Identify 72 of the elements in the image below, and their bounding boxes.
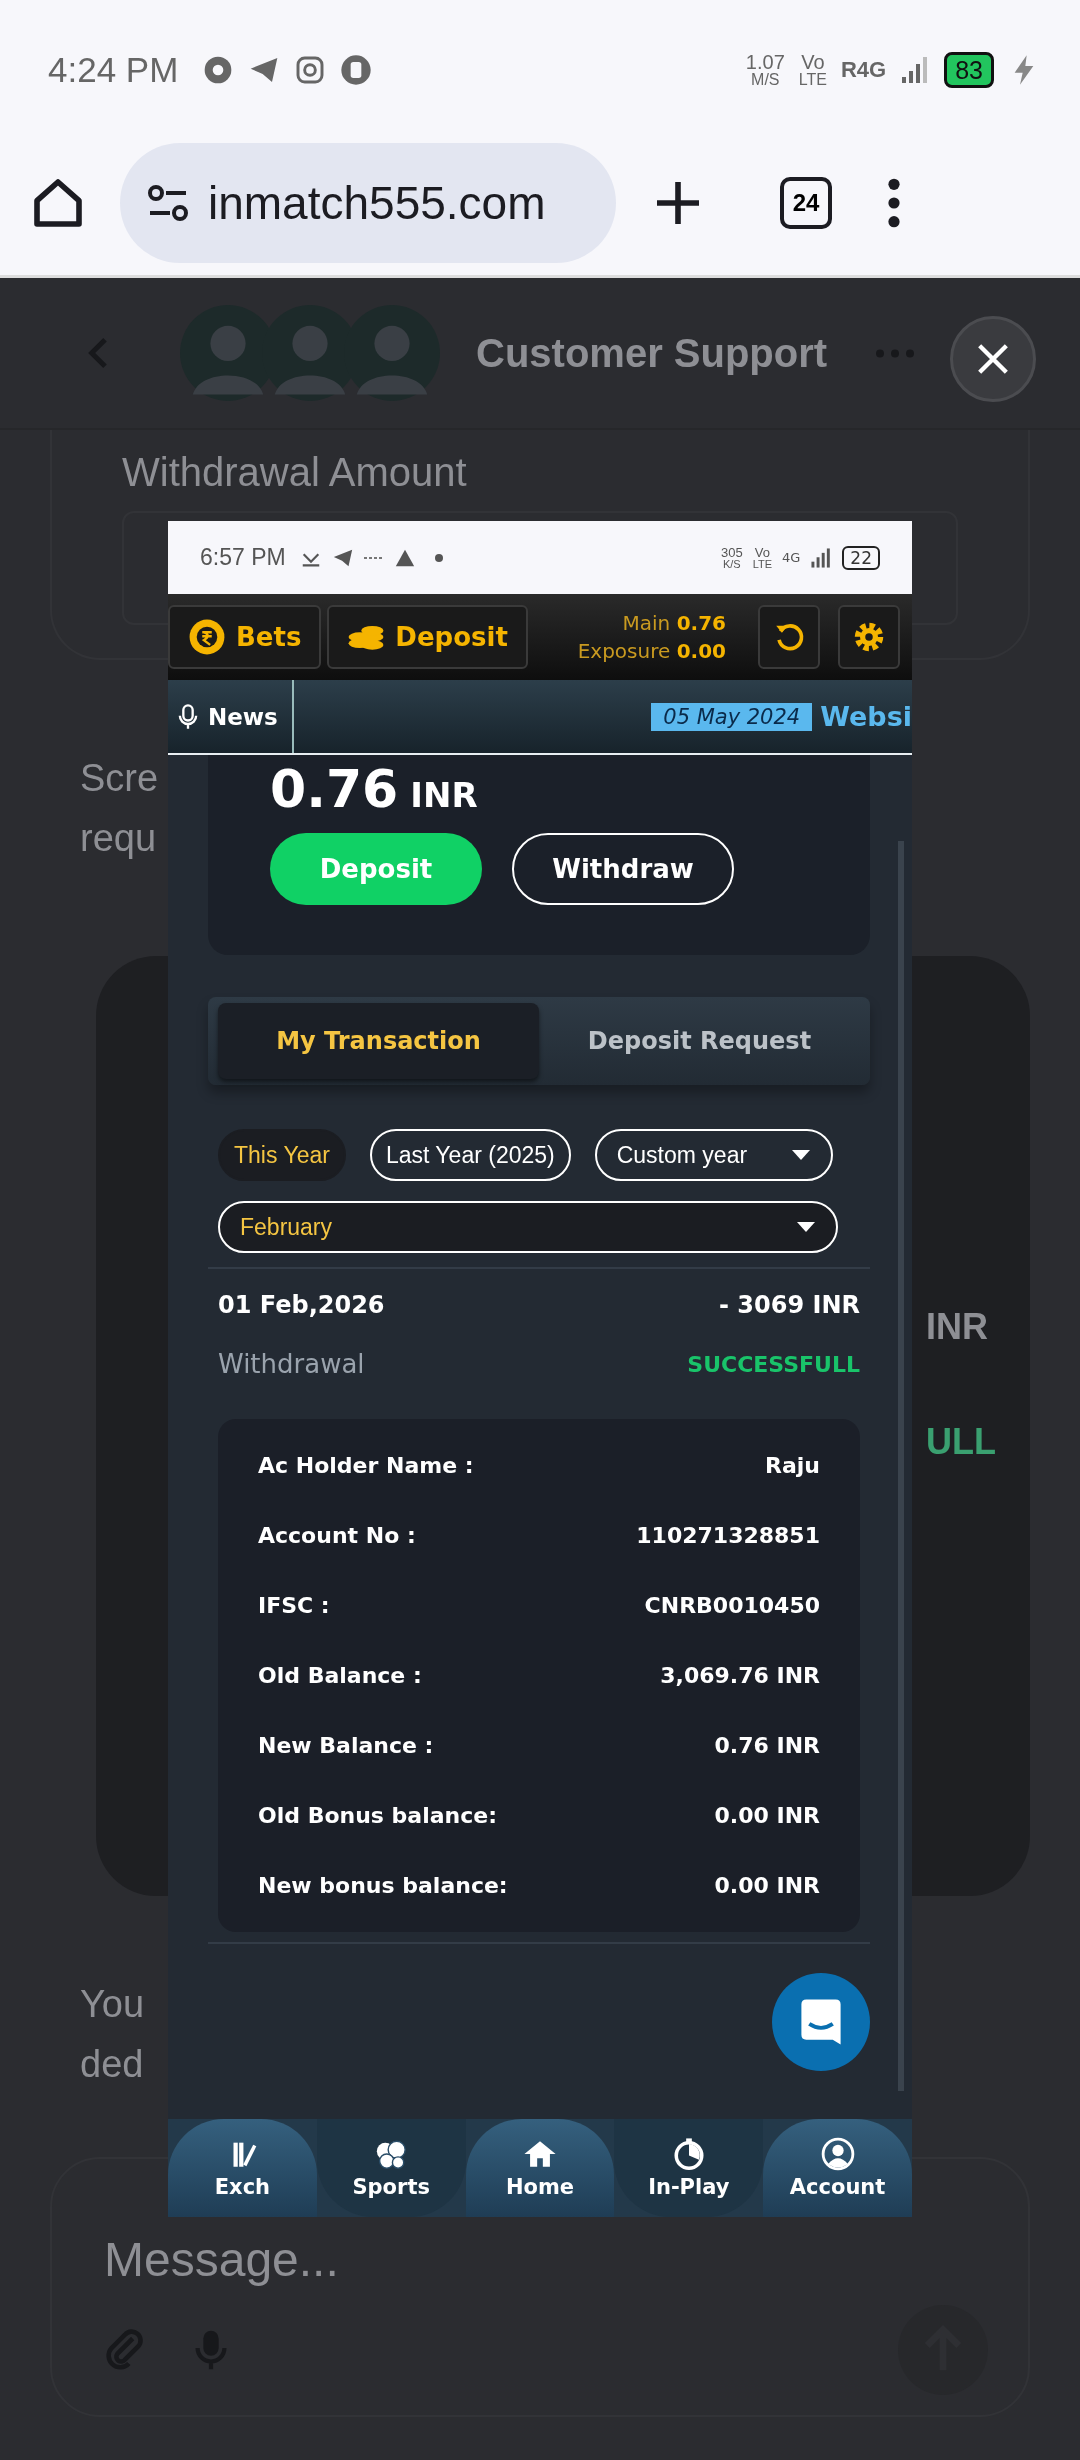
address-bar[interactable]: inmatch555.com <box>120 142 616 263</box>
transaction-status: SUCCESSFULL <box>687 1351 860 1377</box>
detail-value: 0.00 INR <box>714 1873 820 1898</box>
network-type: 4G <box>782 550 801 565</box>
chat-title: Customer Support <box>476 330 828 376</box>
detail-label: Ac Holder Name : <box>258 1453 474 1478</box>
transaction-amount: - 3069 INR <box>719 1291 860 1319</box>
header-button[interactable]: Bets <box>168 605 322 669</box>
main-balance: Main 0.76 <box>622 611 726 635</box>
filter-chip[interactable]: This Year <box>218 1129 346 1181</box>
notification-icon <box>363 556 384 559</box>
signal-icon <box>810 546 833 569</box>
field-label: Withdrawal Amount <box>122 450 468 495</box>
status-time: 6:57 PM <box>200 544 286 571</box>
settings-button[interactable] <box>838 605 900 669</box>
detail-value: 0.76 INR <box>714 1733 820 1758</box>
detail-value: Raju <box>765 1453 820 1478</box>
tab-count-button[interactable]: 24 <box>780 176 832 229</box>
detail-label: New bonus balance: <box>258 1873 508 1898</box>
refresh-button[interactable] <box>758 605 820 669</box>
detail-label: Old Bonus balance: <box>258 1803 497 1828</box>
detail-value: 0.00 INR <box>714 1803 820 1828</box>
news-label: News <box>168 680 294 753</box>
message-field[interactable]: Message... <box>102 2231 706 2288</box>
header-button[interactable]: Deposit <box>327 605 528 669</box>
tab[interactable]: Deposit Request <box>539 1003 860 1079</box>
month-dropdown[interactable]: February <box>218 1201 838 1253</box>
tab[interactable]: My Transaction <box>218 1003 539 1079</box>
caret-icon[interactable] <box>796 1221 816 1233</box>
nav-item[interactable]: Account <box>763 2119 912 2217</box>
filter-chip[interactable]: Last Year (2025) <box>369 1129 571 1181</box>
message-text: Scre <box>80 756 159 801</box>
network-type: R4G <box>840 57 887 83</box>
app-icon <box>340 54 373 86</box>
year-dropdown[interactable]: Custom year <box>594 1129 833 1181</box>
network-speed: 1.07 M/S <box>745 52 785 88</box>
nav-item[interactable]: Sports <box>316 2119 466 2217</box>
detail-label: New Balance : <box>258 1733 434 1758</box>
status-time: 4:24 PM <box>48 50 179 90</box>
nav-item[interactable]: In-Play <box>614 2119 764 2217</box>
card-text: INR <box>926 1306 988 1348</box>
detail-value: 110271328851 <box>636 1523 820 1548</box>
account-icon[interactable] <box>820 2137 855 2171</box>
message-text: You <box>80 1982 145 2027</box>
exposure-balance: Exposure 0.00 <box>577 639 726 663</box>
news-date: 05 May 2024 <box>651 702 813 731</box>
network-speed: 305 K/S <box>720 545 743 570</box>
rupee-chip-icon[interactable] <box>188 618 226 656</box>
dot-icon <box>433 552 444 563</box>
chat-bubble-button[interactable] <box>772 1973 870 2071</box>
transaction-date: 01 Feb,2026 <box>218 1291 385 1319</box>
battery-indicator: 83 <box>944 52 994 88</box>
detail-label: Account No : <box>258 1523 416 1548</box>
card-text: ULL <box>926 1421 996 1463</box>
volte-indicator: Vo LTE <box>798 52 827 88</box>
nav-item[interactable]: Home <box>465 2119 615 2217</box>
message-text: ded <box>80 2042 144 2087</box>
news-ticker: Websi <box>820 701 912 732</box>
balance-amount: 0.76 <box>270 759 399 819</box>
battery-indicator: 22 <box>842 545 880 570</box>
balance-currency: INR <box>410 775 478 815</box>
stopwatch-icon[interactable] <box>671 2137 706 2171</box>
detail-value: 3,069.76 INR <box>660 1663 820 1688</box>
message-text: requ <box>80 816 157 861</box>
transaction-type: Withdrawal <box>218 1349 365 1379</box>
caret-icon[interactable] <box>790 1149 811 1161</box>
detail-label: IFSC : <box>258 1593 330 1618</box>
withdraw-button[interactable]: Withdraw <box>512 833 734 905</box>
nav-item[interactable]: Exch <box>168 2119 317 2217</box>
detail-label: Old Balance : <box>258 1663 422 1688</box>
detail-value: CNRB0010450 <box>644 1593 820 1618</box>
volte-indicator: Vo LTE <box>752 545 772 570</box>
